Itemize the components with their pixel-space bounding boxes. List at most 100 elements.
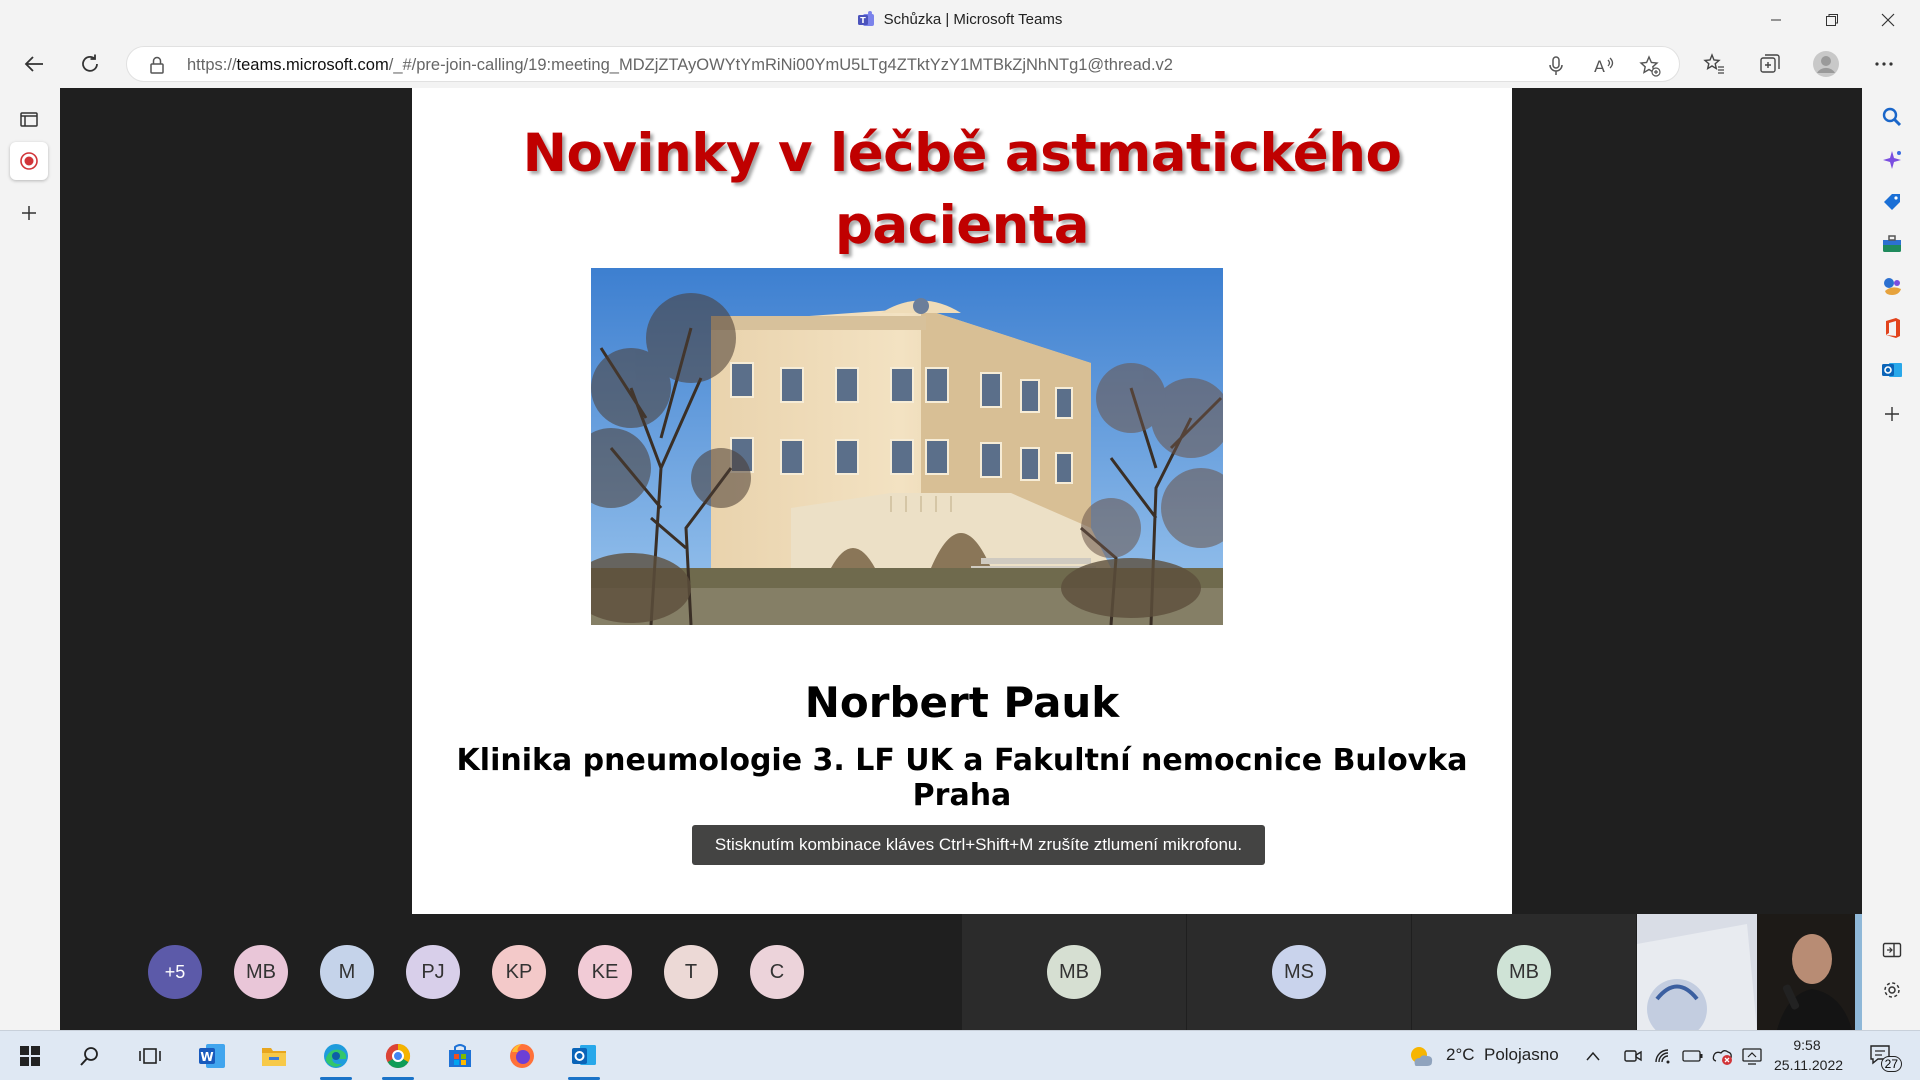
- minimize-button[interactable]: [1748, 0, 1804, 40]
- taskbar-word[interactable]: W: [190, 1036, 234, 1076]
- chevron-up-icon: [1586, 1051, 1600, 1061]
- taskbar-search-button[interactable]: [68, 1036, 112, 1076]
- cloud-sync-tray-icon[interactable]: [1710, 1036, 1736, 1076]
- sidebar-discover-button[interactable]: [1878, 146, 1906, 174]
- sidebar-add-button[interactable]: [1878, 400, 1906, 428]
- participant-tile[interactable]: MB: [962, 914, 1186, 1030]
- participant-initials: KE: [591, 960, 619, 983]
- wifi-icon: [1655, 1049, 1670, 1064]
- battery-icon: [1682, 1050, 1703, 1062]
- participant-avatar[interactable]: PJ: [406, 945, 460, 999]
- participant-avatar: MS: [1272, 945, 1326, 999]
- clinic-name: Klinika pneumologie 3. LF UK a Fakultní …: [456, 743, 1468, 813]
- profile-button[interactable]: [1810, 48, 1842, 80]
- outlook-icon: [1882, 363, 1902, 377]
- plus-icon: [1885, 407, 1899, 421]
- games-icon: [1884, 278, 1901, 295]
- gear-icon: [1884, 982, 1900, 998]
- taskbar-outlook[interactable]: [562, 1036, 606, 1080]
- window-title-text: Schůzka | Microsoft Teams: [883, 11, 1063, 28]
- svg-text:T: T: [860, 16, 866, 25]
- slide-heading-line2: pacienta: [834, 195, 1090, 256]
- participant-tile[interactable]: MB: [1412, 914, 1636, 1030]
- refresh-button[interactable]: [72, 46, 108, 82]
- close-icon: [1881, 13, 1895, 27]
- microphone-icon: [1549, 56, 1563, 75]
- sidebar-outlook-button[interactable]: [1878, 356, 1906, 384]
- screen-tray-icon[interactable]: [1740, 1036, 1766, 1076]
- read-aloud-button[interactable]: A: [1593, 55, 1615, 77]
- word-icon: W: [199, 1044, 225, 1068]
- participant-avatar[interactable]: KE: [578, 945, 632, 999]
- shared-slide: Novinky v léčbě astmatického pacienta No…: [412, 88, 1512, 914]
- cloud-error-icon: [1712, 1050, 1732, 1065]
- battery-tray-icon[interactable]: [1680, 1036, 1706, 1076]
- settings-more-button[interactable]: [1868, 48, 1900, 80]
- favorites-button[interactable]: [1698, 48, 1730, 80]
- outlook-icon: [572, 1045, 596, 1065]
- microphone-button[interactable]: [1545, 55, 1567, 77]
- tab-actions-icon: [20, 112, 38, 127]
- participant-avatar[interactable]: KP: [492, 945, 546, 999]
- sidebar-games-button[interactable]: [1878, 272, 1906, 300]
- edge-browser-icon: [324, 1044, 348, 1068]
- participant-avatar[interactable]: MB: [234, 945, 288, 999]
- taskbar-store[interactable]: [438, 1036, 482, 1076]
- more-participants-count: +5: [164, 961, 186, 982]
- clock-time: 9:58: [1793, 1037, 1821, 1053]
- more-participants-avatar[interactable]: +5: [148, 945, 202, 999]
- search-icon: [1882, 107, 1902, 127]
- add-favorite-button[interactable]: [1639, 55, 1661, 77]
- restore-icon: [1826, 14, 1838, 26]
- meet-now-tray-icon[interactable]: [1620, 1036, 1646, 1076]
- presenter-video-tile[interactable]: [1637, 914, 1862, 1030]
- sidebar-tools-button[interactable]: [1878, 230, 1906, 258]
- participant-tile[interactable]: MS: [1187, 914, 1411, 1030]
- collections-icon: [1760, 54, 1780, 73]
- address-bar[interactable]: https://teams.microsoft.com/_#/pre-join-…: [126, 46, 1680, 82]
- tab-actions-button[interactable]: [10, 100, 48, 138]
- shopping-tag-icon: [1884, 194, 1900, 210]
- tab-teams-meeting[interactable]: [10, 142, 48, 180]
- edge-sidebar: [1862, 88, 1920, 1030]
- hospital-building-photo: [591, 268, 1223, 625]
- hide-sidebar-button[interactable]: [1878, 936, 1906, 964]
- restore-button[interactable]: [1804, 0, 1860, 40]
- unmute-hint-toast: Stisknutím kombinace kláves Ctrl+Shift+M…: [692, 825, 1265, 865]
- participant-avatar[interactable]: C: [750, 945, 804, 999]
- participant-avatar[interactable]: M: [320, 945, 374, 999]
- building-illustration: [591, 268, 1223, 625]
- start-button[interactable]: [8, 1036, 52, 1076]
- teams-logo-icon: T: [857, 11, 874, 26]
- notifications-button[interactable]: 27: [1862, 1036, 1902, 1076]
- sidebar-search-button[interactable]: [1878, 103, 1906, 131]
- vertical-tabs-bar: [0, 88, 60, 1030]
- firefox-icon: [510, 1044, 534, 1068]
- sidebar-office-button[interactable]: [1878, 314, 1906, 342]
- taskbar-file-explorer[interactable]: [252, 1036, 296, 1076]
- url-text[interactable]: https://teams.microsoft.com/_#/pre-join-…: [187, 56, 1173, 75]
- participant-avatar: MB: [1497, 945, 1551, 999]
- taskbar-firefox[interactable]: [500, 1036, 544, 1076]
- clock[interactable]: 9:58 25.11.2022: [1774, 1035, 1844, 1075]
- show-hidden-icons-button[interactable]: [1580, 1036, 1606, 1076]
- sidebar-settings-button[interactable]: [1878, 976, 1906, 1004]
- network-tray-icon[interactable]: [1650, 1036, 1676, 1076]
- star-add-icon: [1639, 55, 1661, 77]
- windows-taskbar: W 2°C Polojasno 9:58 25.11.2022 27: [0, 1030, 1920, 1080]
- collections-button[interactable]: [1754, 48, 1786, 80]
- taskbar-edge[interactable]: [314, 1036, 358, 1080]
- taskbar-chrome[interactable]: [376, 1036, 420, 1080]
- sidebar-shopping-button[interactable]: [1878, 188, 1906, 216]
- participant-initials: MB: [246, 960, 276, 983]
- browser-toolbar: https://teams.microsoft.com/_#/pre-join-…: [0, 40, 1920, 88]
- clock-date: 25.11.2022: [1774, 1057, 1844, 1073]
- weather-widget-icon-wrap[interactable]: [1403, 1036, 1439, 1076]
- close-button[interactable]: [1860, 0, 1916, 40]
- participant-avatar[interactable]: T: [664, 945, 718, 999]
- task-view-button[interactable]: [128, 1036, 172, 1076]
- back-button[interactable]: [16, 46, 52, 82]
- task-view-icon: [139, 1048, 161, 1064]
- new-tab-button[interactable]: [10, 194, 48, 232]
- weather-widget[interactable]: 2°C Polojasno: [1446, 1045, 1559, 1065]
